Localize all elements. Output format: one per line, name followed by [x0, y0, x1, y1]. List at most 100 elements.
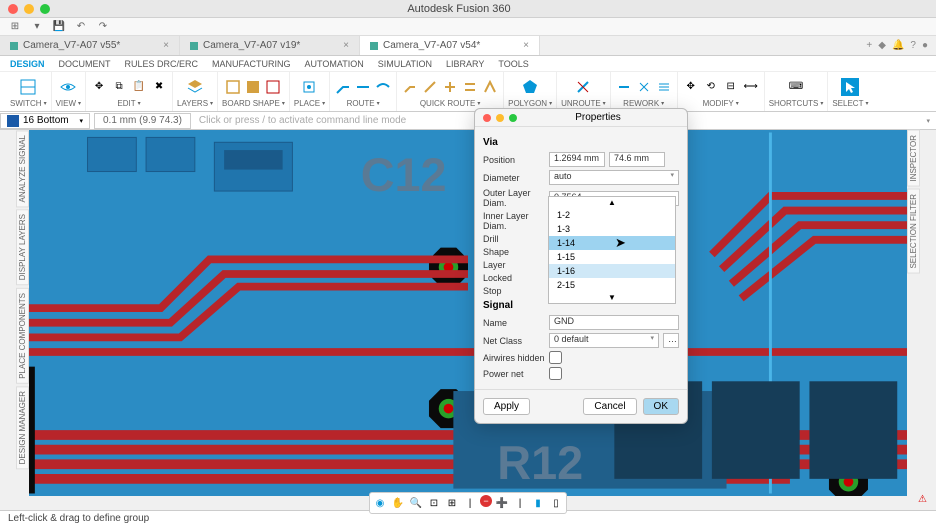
unroute-icon — [574, 78, 592, 96]
quick-access-toolbar: ⊞ ▾ 💾 ↶ ↷ — [0, 18, 936, 36]
paste-icon: 📋 — [130, 78, 148, 96]
help-icon[interactable]: ? — [910, 40, 916, 51]
dropdown-option-selected[interactable]: 1-16 — [549, 264, 675, 278]
file-icon[interactable]: ▾ — [30, 20, 44, 34]
cancel-button[interactable]: Cancel — [583, 398, 636, 415]
cmd-dropdown-icon[interactable]: ▾ — [920, 117, 936, 125]
board-icon-2 — [244, 78, 262, 96]
undo-icon[interactable]: ↶ — [74, 20, 88, 34]
dropdown-option-highlighted[interactable]: 1-14 — [549, 236, 675, 250]
dialog-min-icon[interactable] — [496, 114, 504, 122]
ribbon-unroute[interactable]: UNROUTE — [557, 72, 611, 111]
ribbon-rework[interactable]: REWORK — [611, 72, 678, 111]
netclass-select[interactable]: 0 default — [549, 333, 659, 348]
menu-manufacturing[interactable]: MANUFACTURING — [212, 59, 291, 69]
ribbon-boardshape[interactable]: BOARD SHAPE — [218, 72, 290, 111]
dropdown-option[interactable]: 1-3 — [549, 222, 675, 236]
signal-name-input[interactable]: GND — [549, 315, 679, 330]
panel-design-manager[interactable]: DESIGN MANAGER — [16, 386, 29, 469]
pan-icon[interactable]: ✋ — [390, 495, 406, 511]
ribbon-modify[interactable]: ✥ ⟲ ⊟ ⟷ MODIFY — [678, 72, 765, 111]
menu-rules[interactable]: RULES DRC/ERC — [125, 59, 199, 69]
panel-display-layers[interactable]: DISPLAY LAYERS — [16, 209, 29, 285]
scroll-up-icon[interactable]: ▲ — [549, 197, 675, 208]
user-avatar[interactable]: ● — [922, 40, 928, 51]
apply-button[interactable]: Apply — [483, 398, 530, 415]
maximize-window-icon[interactable] — [40, 4, 50, 14]
dropdown-option[interactable]: 1-15 — [549, 250, 675, 264]
polygon-icon — [521, 78, 539, 96]
save-icon[interactable]: 💾 — [52, 20, 66, 34]
ribbon-place[interactable]: PLACE — [290, 72, 330, 111]
zoom-icon[interactable]: 🔍 — [408, 495, 424, 511]
dialog-max-icon[interactable] — [509, 114, 517, 122]
menu-library[interactable]: LIBRARY — [446, 59, 484, 69]
drc-warning-icon[interactable]: ⚠ — [918, 494, 932, 508]
ribbon-select[interactable]: SELECT — [828, 72, 872, 111]
position-y-input[interactable]: 74.6 mm — [609, 152, 665, 167]
nav-cube-icon[interactable]: ◉ — [372, 495, 388, 511]
panel-analyze-signal[interactable]: ANALYZE SIGNAL — [16, 130, 29, 207]
panel-selection-filter[interactable]: SELECTION FILTER — [907, 189, 920, 274]
grid-icon[interactable]: ⊞ — [8, 20, 22, 34]
close-tab-icon[interactable]: × — [523, 40, 529, 51]
ribbon-edit[interactable]: ✥ ⧉ 📋 ✖ EDIT — [86, 72, 173, 111]
document-tab[interactable]: Camera_V7-A07 v55* × — [0, 36, 180, 55]
position-x-input[interactable]: 1.2694 mm — [549, 152, 605, 167]
place-icon — [300, 78, 318, 96]
route-icon-2 — [354, 78, 372, 96]
panel-inspector[interactable]: INSPECTOR — [907, 130, 920, 187]
view-icon — [59, 78, 77, 96]
view-toolbar: ◉ ✋ 🔍 ⊡ ⊞ | − ➕ | ▮ ▯ — [369, 492, 567, 514]
ribbon-view[interactable]: VIEW — [52, 72, 86, 111]
minimize-window-icon[interactable] — [24, 4, 34, 14]
dropdown-option[interactable]: 2-15 — [549, 278, 675, 292]
zoom-window-icon[interactable]: ⊞ — [444, 495, 460, 511]
dialog-close-icon[interactable] — [483, 114, 491, 122]
modify-align-icon: ⊟ — [722, 78, 740, 96]
scroll-down-icon[interactable]: ▼ — [549, 292, 675, 303]
ribbon-layers[interactable]: LAYERS — [173, 72, 218, 111]
menu-tools[interactable]: TOOLS — [498, 59, 528, 69]
switch-icon — [19, 78, 37, 96]
layers-toggle-icon[interactable]: ▮ — [530, 495, 546, 511]
layer-dropdown[interactable]: ▲ 1-2 1-3 1-14 1-15 1-16 2-15 ▼ — [548, 196, 676, 304]
menu-document[interactable]: DOCUMENT — [59, 59, 111, 69]
layer-name: 16 Bottom — [23, 115, 69, 126]
new-tab-icon[interactable]: + — [866, 40, 872, 51]
minus-icon[interactable]: − — [480, 495, 492, 507]
panel-place-components[interactable]: PLACE COMPONENTS — [16, 288, 29, 384]
layer-selector[interactable]: 16 Bottom ▾ — [0, 113, 90, 129]
layers-toggle-2-icon[interactable]: ▯ — [548, 495, 564, 511]
diameter-select[interactable]: auto — [549, 170, 679, 185]
powernet-checkbox[interactable] — [549, 367, 562, 380]
silk-c12: C12 — [361, 149, 447, 201]
rework-icon-1 — [615, 78, 633, 96]
ribbon-switch[interactable]: SWITCH — [6, 72, 52, 111]
menu-simulation[interactable]: SIMULATION — [378, 59, 432, 69]
menu-design[interactable]: DESIGN — [10, 59, 45, 69]
notifications-icon[interactable]: 🔔 — [892, 40, 904, 51]
grid-info[interactable]: 0.1 mm (9.9 74.3) — [94, 113, 191, 129]
ribbon-quickroute[interactable]: QUICK ROUTE — [397, 72, 504, 111]
ok-button[interactable]: OK — [643, 398, 679, 415]
ribbon-route[interactable]: ROUTE — [330, 72, 397, 111]
close-tab-icon[interactable]: × — [163, 40, 169, 51]
airwires-checkbox[interactable] — [549, 351, 562, 364]
command-bar: 16 Bottom ▾ 0.1 mm (9.9 74.3) Click or p… — [0, 112, 936, 130]
fit-icon[interactable]: ⊡ — [426, 495, 442, 511]
pcb-canvas[interactable]: C12 — [29, 130, 907, 496]
ribbon-polygon[interactable]: POLYGON — [504, 72, 557, 111]
redo-icon[interactable]: ↷ — [96, 20, 110, 34]
extensions-icon[interactable]: ◆ — [878, 40, 886, 51]
close-window-icon[interactable] — [8, 4, 18, 14]
plus-icon[interactable]: ➕ — [494, 495, 510, 511]
close-tab-icon[interactable]: × — [343, 40, 349, 51]
dropdown-option[interactable]: 1-2 — [549, 208, 675, 222]
document-tab-active[interactable]: Camera_V7-A07 v54* × — [360, 36, 540, 55]
menu-automation[interactable]: AUTOMATION — [305, 59, 364, 69]
document-tab[interactable]: Camera_V7-A07 v19* × — [180, 36, 360, 55]
ribbon-shortcuts[interactable]: ⌨ SHORTCUTS — [765, 72, 829, 111]
dialog-titlebar[interactable]: Properties — [475, 109, 687, 127]
netclass-browse-button[interactable]: … — [663, 333, 679, 348]
